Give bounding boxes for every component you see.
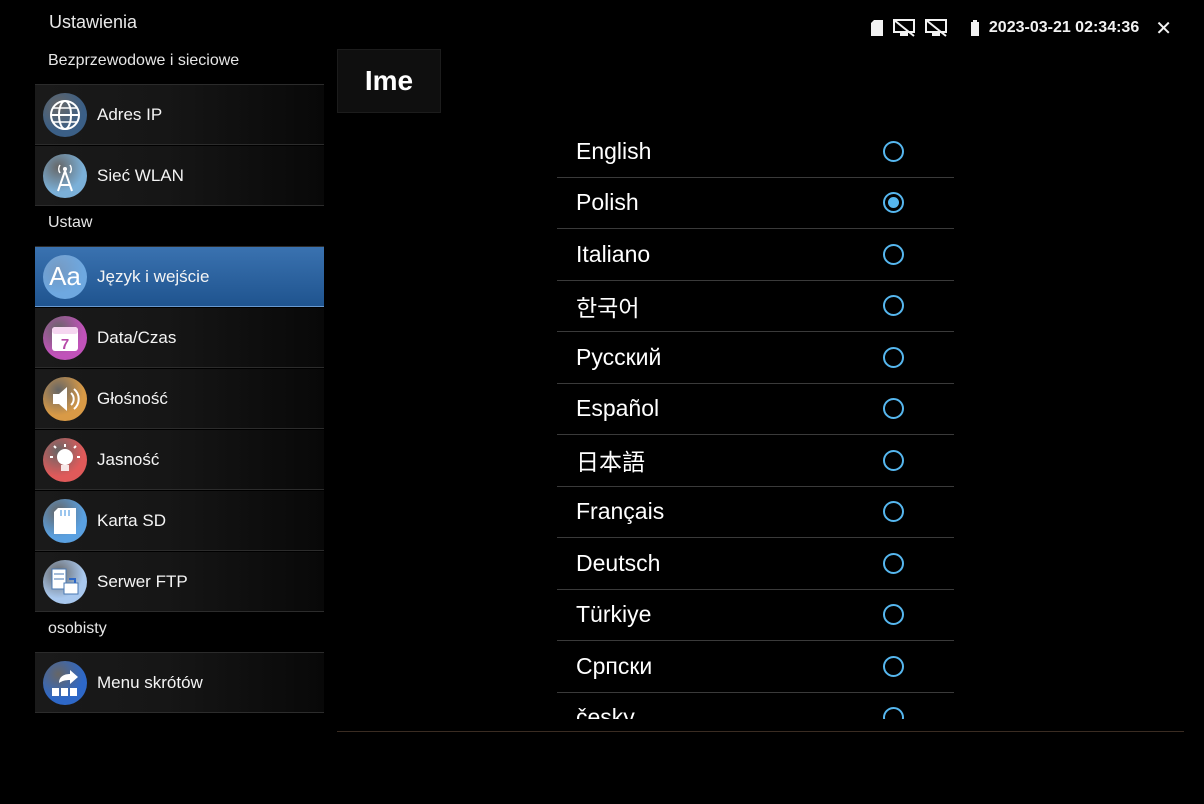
language-label: Српски [576, 652, 653, 679]
ftp-server-icon [43, 559, 87, 604]
language-label: česky [576, 704, 635, 719]
sidebar-item-glosnosc[interactable]: Głośność [35, 369, 324, 429]
section-header: Ustaw [35, 207, 324, 247]
radio-unselected-icon[interactable] [883, 243, 904, 265]
radio-unselected-icon[interactable] [883, 604, 904, 626]
language-label: 한국어 [576, 294, 640, 321]
language-option[interactable]: Deutsch [557, 538, 954, 590]
radio-selected-icon[interactable] [883, 192, 904, 214]
section-header: osobisty [35, 613, 324, 653]
language-label: Русский [576, 343, 662, 370]
language-option[interactable]: Español [557, 384, 954, 435]
language-option[interactable]: Polish [557, 178, 954, 229]
radio-unselected-icon[interactable] [883, 140, 904, 162]
radio-dot [888, 197, 899, 209]
language-label: Türkiye [576, 601, 652, 628]
language-option[interactable]: Русский [557, 332, 954, 384]
language-option[interactable]: 한국어 [557, 281, 954, 332]
language-option[interactable]: česky [557, 693, 954, 719]
language-option[interactable]: 日本語 [557, 435, 954, 487]
sidebar-item-label: Język i wejście [97, 266, 210, 286]
sidebar-item-label: Adres IP [97, 104, 163, 124]
sidebar-item-label: Karta SD [97, 510, 166, 530]
divider [337, 731, 1184, 732]
sidebar-item-siec-wlan[interactable]: Sieć WLAN [35, 146, 324, 206]
sidebar-item-label: Jasność [97, 449, 160, 469]
language-label: English [576, 137, 652, 164]
datetime: 2023-03-21 02:34:36 [988, 19, 1140, 36]
screen-off-icon [924, 19, 947, 37]
sidebar-item-jezyk-i-wejscie[interactable]: Aa Język i wejście [35, 247, 324, 307]
language-label: Polish [576, 189, 639, 216]
sd-card-icon [43, 498, 87, 543]
screen-off-icon [892, 19, 915, 37]
shortcut-icon [43, 660, 87, 705]
radio-unselected-icon[interactable] [883, 398, 904, 420]
language-option[interactable]: Türkiye [557, 590, 954, 641]
battery-icon [970, 20, 979, 36]
svg-text:7: 7 [61, 336, 69, 353]
sidebar-item-adres-ip[interactable]: Adres IP [35, 85, 324, 145]
panel-title-box: Ime [337, 49, 441, 113]
sidebar-item-label: Serwer FTP [97, 571, 188, 591]
sidebar-item-jasnosc[interactable]: Jasność [35, 430, 324, 490]
language-label: Français [576, 498, 665, 525]
language-aa-icon: Aa [43, 254, 87, 299]
globe-icon [43, 92, 87, 137]
speaker-icon [43, 376, 87, 421]
section-header: Bezprzewodowe i sieciowe [35, 45, 324, 85]
panel-title: Ime [364, 65, 414, 96]
app-title: Ustawienia [49, 12, 138, 32]
sidebar-item-menu-skrotow[interactable]: Menu skrótów [35, 653, 324, 713]
sidebar-item-data-czas[interactable]: 7 Data/Czas [35, 308, 324, 368]
radio-unselected-icon[interactable] [883, 295, 904, 317]
radio-unselected-icon[interactable] [883, 552, 904, 574]
sidebar-item-karta-sd[interactable]: Karta SD [35, 491, 324, 551]
status-bar: 2023-03-21 02:34:36 ✕ [870, 16, 1172, 41]
language-label: Español [576, 395, 660, 422]
language-option[interactable]: Italiano [557, 229, 954, 281]
language-option[interactable]: Français [557, 487, 954, 538]
sidebar-item-label: Sieć WLAN [97, 165, 184, 185]
language-label: 日本語 [576, 449, 645, 476]
language-list[interactable]: English Polish Italiano 한국어 Русский Español 日本… [557, 126, 954, 719]
calendar-icon: 7 [43, 315, 87, 360]
language-label: Deutsch [576, 549, 661, 576]
language-option[interactable]: English [557, 126, 954, 178]
wlan-antenna-icon [43, 153, 87, 198]
close-button[interactable]: ✕ [1155, 16, 1172, 41]
sd-card-icon [870, 20, 883, 36]
radio-unselected-icon[interactable] [883, 707, 904, 719]
sidebar-item-label: Menu skrótów [97, 672, 203, 692]
language-option[interactable]: Српски [557, 641, 954, 693]
sidebar-item-label: Data/Czas [97, 327, 177, 347]
lightbulb-icon [43, 437, 87, 482]
radio-unselected-icon[interactable] [883, 655, 904, 677]
radio-unselected-icon[interactable] [883, 501, 904, 523]
language-label: Italiano [576, 240, 651, 267]
radio-unselected-icon[interactable] [883, 346, 904, 368]
sidebar-item-label: Głośność [97, 388, 168, 408]
settings-sidebar: Bezprzewodowe i sieciowe Adres IP Sieć WLA… [35, 45, 324, 728]
radio-unselected-icon[interactable] [883, 449, 904, 471]
sidebar-item-serwer-ftp[interactable]: Serwer FTP [35, 552, 324, 612]
